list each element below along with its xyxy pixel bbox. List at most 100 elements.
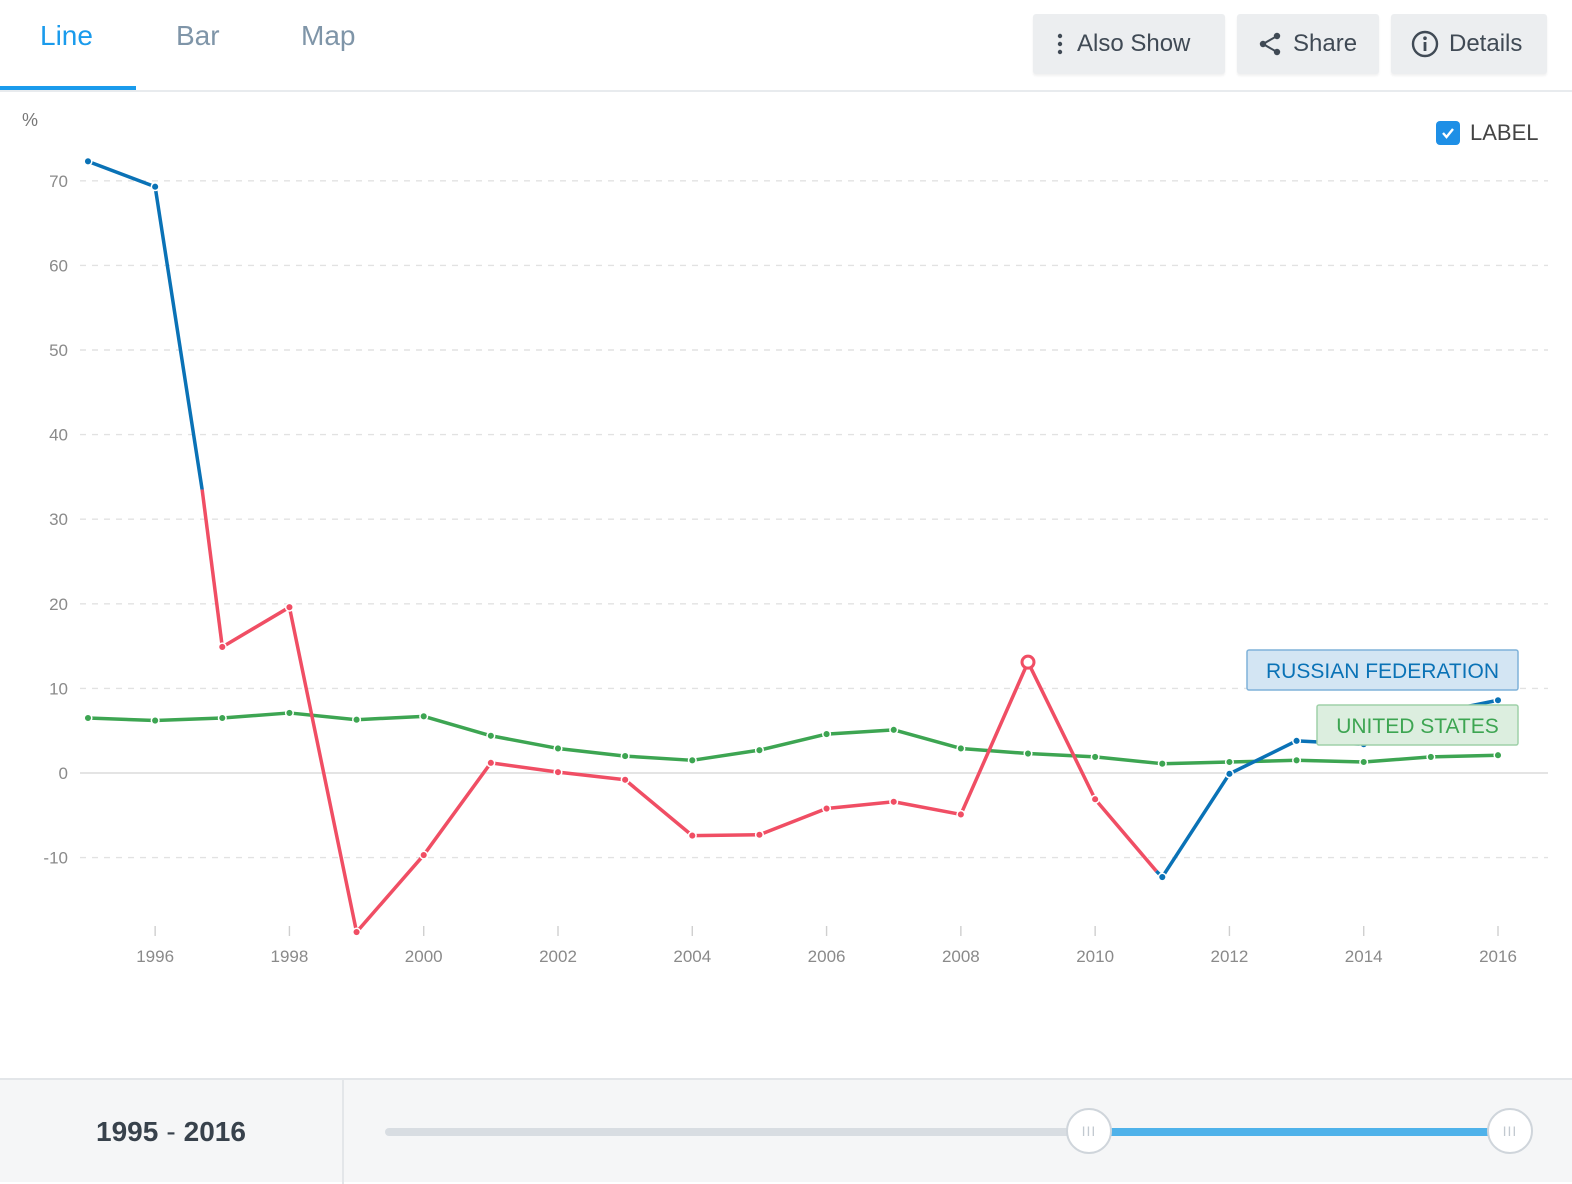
share-icon	[1259, 32, 1281, 56]
active-tab-indicator	[0, 86, 136, 90]
data-point-united-states	[822, 729, 832, 739]
share-button[interactable]: Share	[1237, 14, 1379, 74]
tab-map[interactable]: Map	[301, 20, 355, 52]
data-point-russian-federation	[754, 830, 764, 840]
range-separator: -	[166, 1116, 176, 1147]
series-line-russian-federation	[86, 159, 157, 189]
data-point-russian-federation	[217, 642, 227, 652]
data-point-united-states	[419, 711, 429, 721]
data-point-russian-federation	[419, 850, 429, 860]
series-line-russian-federation	[891, 800, 963, 817]
y-tick-label: 70	[49, 172, 68, 191]
y-tick-label: -10	[43, 849, 68, 868]
also-show-button[interactable]: Also Show	[1033, 14, 1225, 74]
tab-bar[interactable]: Bar	[176, 20, 220, 52]
data-point-russian-federation	[620, 775, 630, 785]
data-point-united-states	[889, 725, 899, 735]
y-tick-label: 20	[49, 595, 68, 614]
data-point-united-states	[1292, 755, 1302, 765]
data-point-united-states	[956, 743, 966, 754]
data-point-russian-federation	[553, 767, 563, 777]
data-point-united-states	[553, 743, 563, 754]
data-point-united-states	[486, 731, 496, 741]
y-tick-label: 60	[49, 256, 68, 275]
vertical-dots-icon	[1057, 33, 1063, 55]
info-icon	[1411, 30, 1439, 58]
series-line-russian-federation	[1227, 739, 1299, 776]
y-tick-label: 0	[59, 764, 68, 783]
series-line-russian-federation	[1093, 798, 1158, 873]
series-line-russian-federation	[623, 778, 695, 838]
data-point-united-states	[754, 745, 764, 755]
data-point-russian-federation	[822, 803, 832, 814]
x-tick-label: 2006	[808, 947, 846, 966]
series-line-russian-federation	[959, 660, 1030, 817]
data-point-russian-federation	[486, 758, 496, 768]
y-tick-label: 10	[49, 679, 68, 698]
series-line-russian-federation	[1160, 772, 1232, 879]
data-point-united-states	[284, 708, 294, 718]
data-point-russian-federation	[1090, 794, 1100, 804]
data-point-russian-federation	[889, 797, 899, 807]
series-line-russian-federation	[690, 833, 762, 838]
also-show-label: Also Show	[1077, 30, 1191, 57]
range-slider-selection	[1089, 1128, 1510, 1136]
data-point-russian-federation	[956, 809, 966, 820]
series-line-russian-federation	[354, 853, 426, 934]
time-range-bar: 1995 - 2016 III III	[0, 1078, 1572, 1184]
data-point-united-states	[1157, 759, 1167, 769]
range-end: 2016	[183, 1116, 246, 1147]
line-chart: 706050403020100-101996 1998 2000 2002 2004 20…	[43, 156, 1548, 966]
range-start-handle[interactable]: III	[1066, 1108, 1112, 1154]
range-end-handle[interactable]: III	[1487, 1108, 1533, 1154]
details-label: Details	[1449, 30, 1523, 57]
data-point-russian-federation	[1157, 872, 1167, 882]
series-line-united-states	[87, 711, 1499, 766]
x-tick-label: 2014	[1345, 947, 1383, 966]
x-tick-label: 2016	[1479, 947, 1517, 966]
series-line-russian-federation	[200, 489, 225, 648]
series-line-russian-federation	[153, 186, 204, 490]
series-line-russian-federation	[757, 806, 829, 837]
details-button[interactable]: Details	[1391, 14, 1547, 74]
data-point-russian-federation	[687, 831, 697, 841]
data-point-united-states	[83, 713, 93, 723]
series-line-russian-federation	[1026, 660, 1097, 801]
data-point-russian-federation	[352, 927, 362, 937]
share-label: Share	[1293, 30, 1358, 57]
x-tick-label: 2012	[1211, 947, 1249, 966]
series-line-russian-federation	[220, 605, 292, 649]
x-tick-label: 2004	[673, 947, 711, 966]
data-point-united-states	[1090, 752, 1100, 762]
x-tick-label: 1996	[136, 947, 174, 966]
series-line-russian-federation	[489, 761, 560, 774]
tab-line[interactable]: Line	[40, 20, 93, 52]
x-tick-label: 2010	[1076, 947, 1114, 966]
data-point-russian-federation	[1292, 736, 1302, 746]
series-line-russian-federation	[287, 605, 359, 934]
x-tick-label: 2008	[942, 947, 980, 966]
series-line-russian-federation	[421, 761, 493, 857]
series-label-united-states: UNITED STATES	[1336, 715, 1499, 738]
chart-toolbar: Line Bar Map Also Show Share Details	[0, 0, 1572, 92]
data-point-united-states	[1493, 750, 1503, 760]
range-label: 1995 - 2016	[0, 1080, 344, 1184]
y-tick-label: 40	[49, 426, 68, 445]
data-point-russian-federation	[1493, 695, 1503, 705]
data-point-united-states	[1359, 757, 1369, 767]
data-point-russian-federation	[284, 602, 294, 612]
data-point-united-states	[687, 755, 697, 765]
x-tick-label: 2000	[405, 947, 443, 966]
data-point-united-states	[217, 713, 227, 723]
series-label-russian-federation: RUSSIAN FEDERATION	[1266, 660, 1499, 683]
data-point-russian-federation-highlight	[1020, 654, 1036, 670]
data-point-russian-federation	[150, 182, 160, 192]
data-point-united-states	[1426, 752, 1436, 762]
data-point-united-states	[352, 715, 362, 725]
data-point-united-states	[1224, 757, 1234, 767]
data-point-united-states	[1023, 748, 1033, 759]
data-point-united-states	[150, 715, 160, 726]
series-line-russian-federation	[824, 800, 896, 811]
data-point-united-states	[620, 751, 630, 761]
data-point-russian-federation	[83, 156, 93, 166]
